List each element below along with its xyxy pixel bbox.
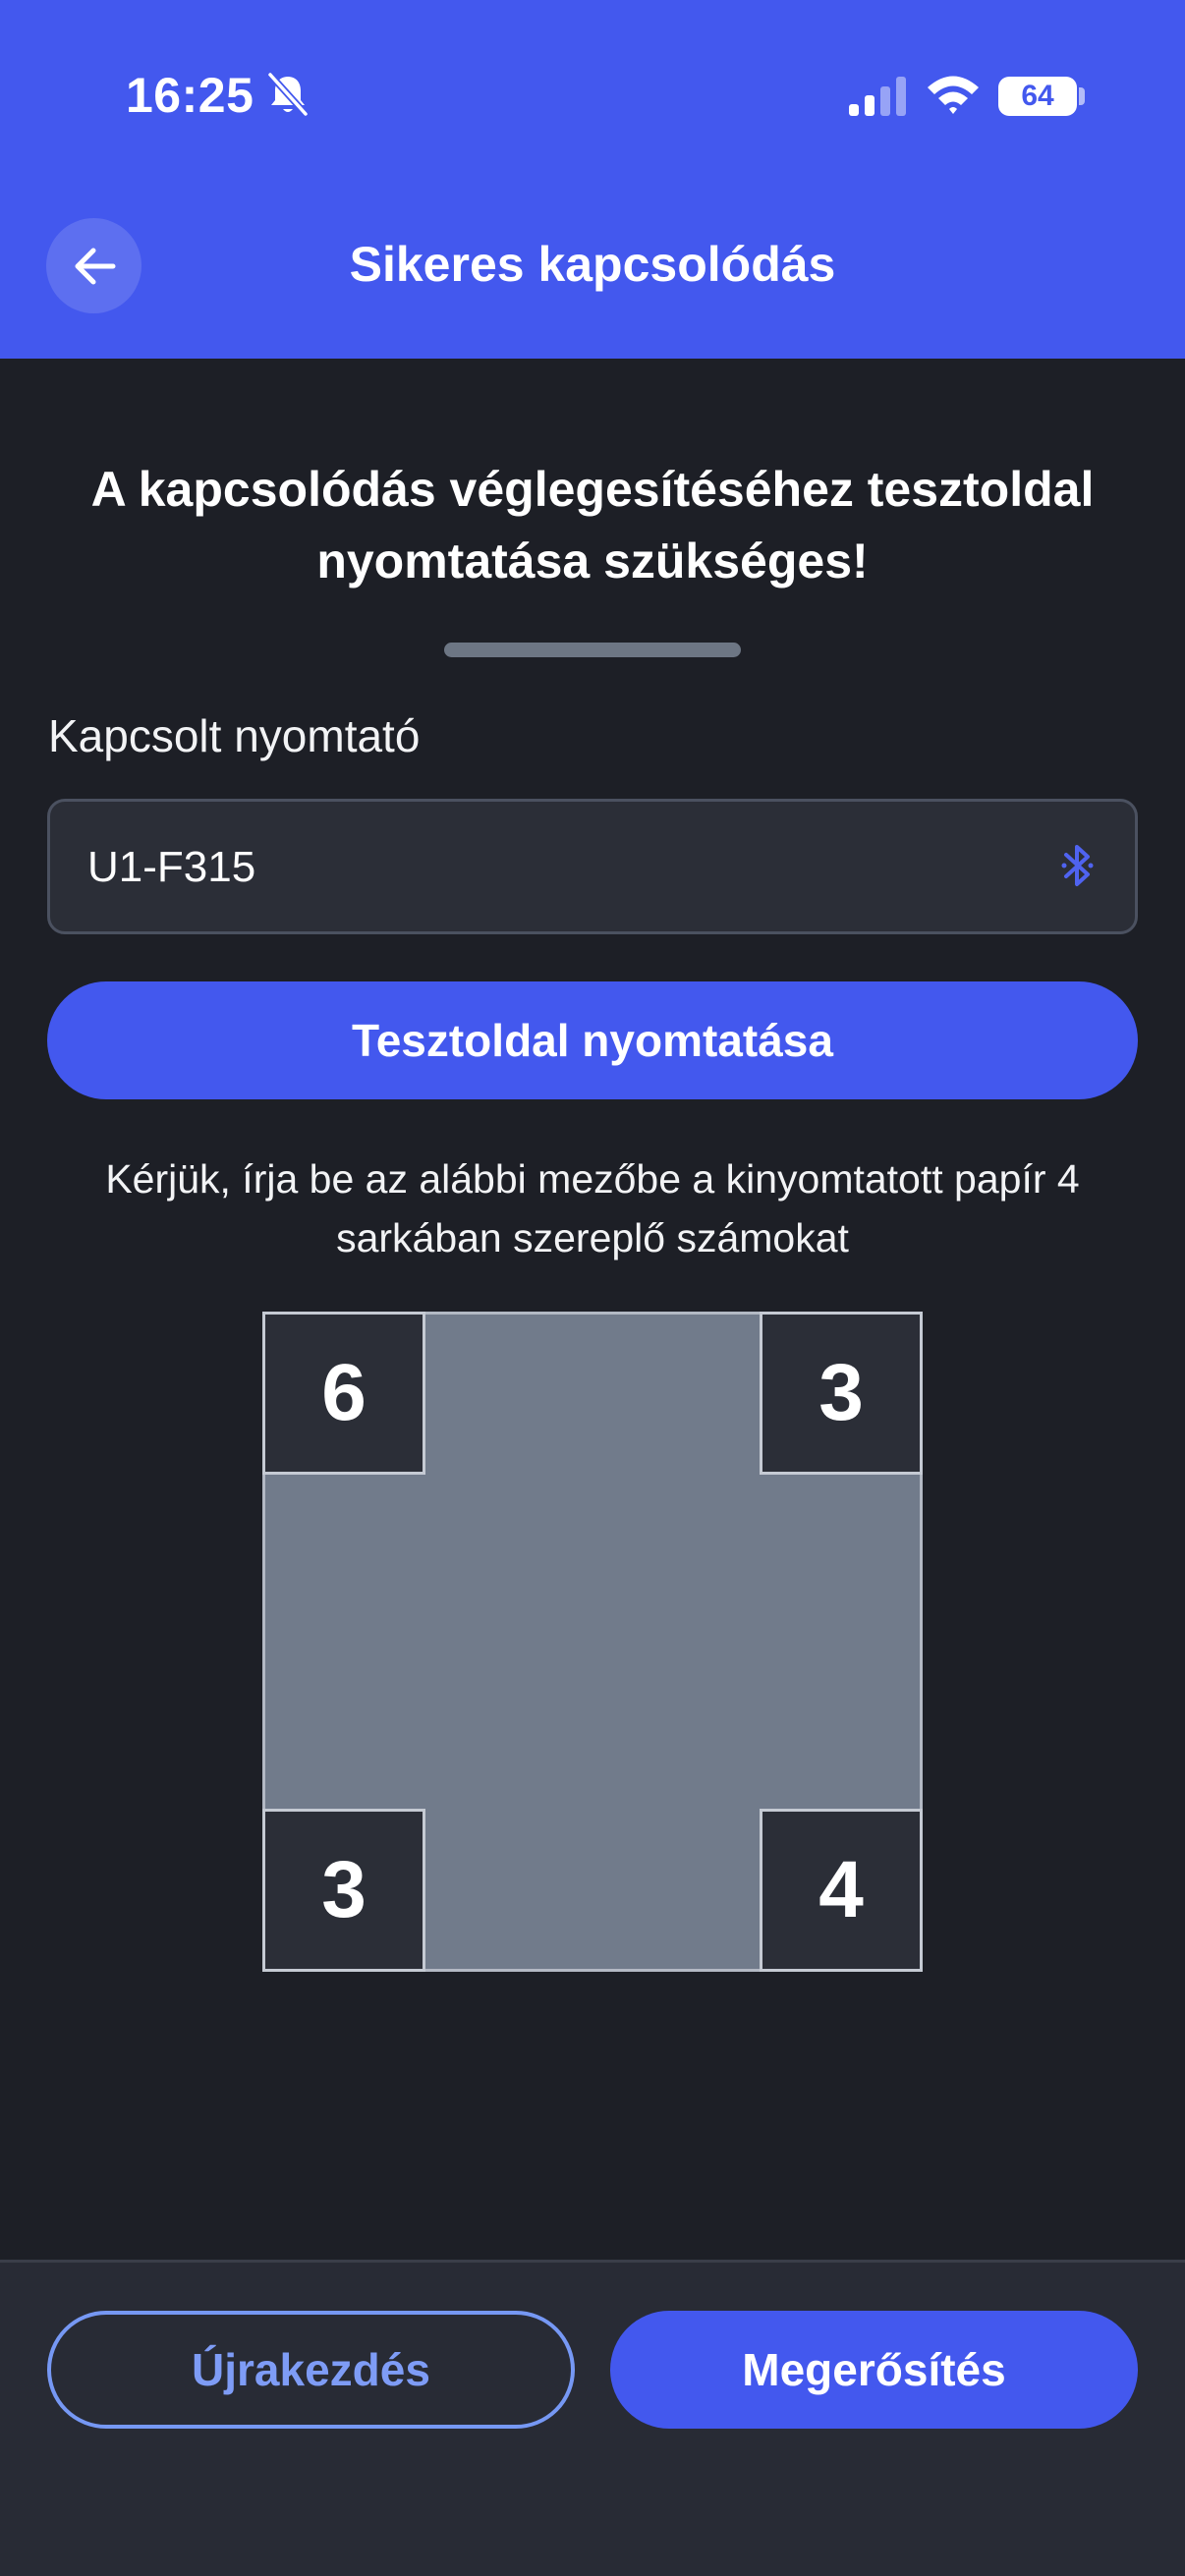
battery-indicator: 64 — [998, 77, 1077, 116]
corner-input-bottom-right[interactable]: 4 — [760, 1809, 923, 1972]
printer-name-value: U1-F315 — [87, 843, 256, 891]
app-header: 16:25 64 Sikeres kapcsolódás — [0, 0, 1185, 359]
divider-handle — [444, 643, 741, 657]
test-page-corner-code-box: 6 3 3 4 — [262, 1312, 923, 1972]
corner-input-bottom-left[interactable]: 3 — [262, 1809, 425, 1972]
confirm-button[interactable]: Megerősítés — [610, 2311, 1138, 2429]
instruction-headline: A kapcsolódás véglegesítéséhez tesztolda… — [90, 462, 1095, 588]
printer-field-label: Kapcsolt nyomtató — [48, 710, 421, 761]
connected-printer-field[interactable]: U1-F315 — [47, 799, 1138, 934]
print-test-page-button[interactable]: Tesztoldal nyomtatása — [47, 981, 1138, 1099]
signal-icon — [849, 77, 906, 116]
page: 16:25 64 Sikeres kapcsolódás A kapcsolód… — [0, 0, 1185, 2576]
corner-input-top-right[interactable]: 3 — [760, 1312, 923, 1475]
corner-numbers-instruction: Kérjük, írja be az alábbi mezőbe a kinyo… — [105, 1156, 1080, 1260]
bell-slash-icon — [267, 72, 309, 117]
page-title: Sikeres kapcsolódás — [349, 237, 836, 292]
corner-input-top-left[interactable]: 6 — [262, 1312, 425, 1475]
wifi-icon — [928, 76, 979, 114]
restart-button[interactable]: Újrakezdés — [47, 2311, 575, 2429]
battery-cap — [1079, 87, 1085, 105]
status-time: 16:25 — [126, 68, 254, 123]
bluetooth-icon — [1061, 845, 1094, 886]
